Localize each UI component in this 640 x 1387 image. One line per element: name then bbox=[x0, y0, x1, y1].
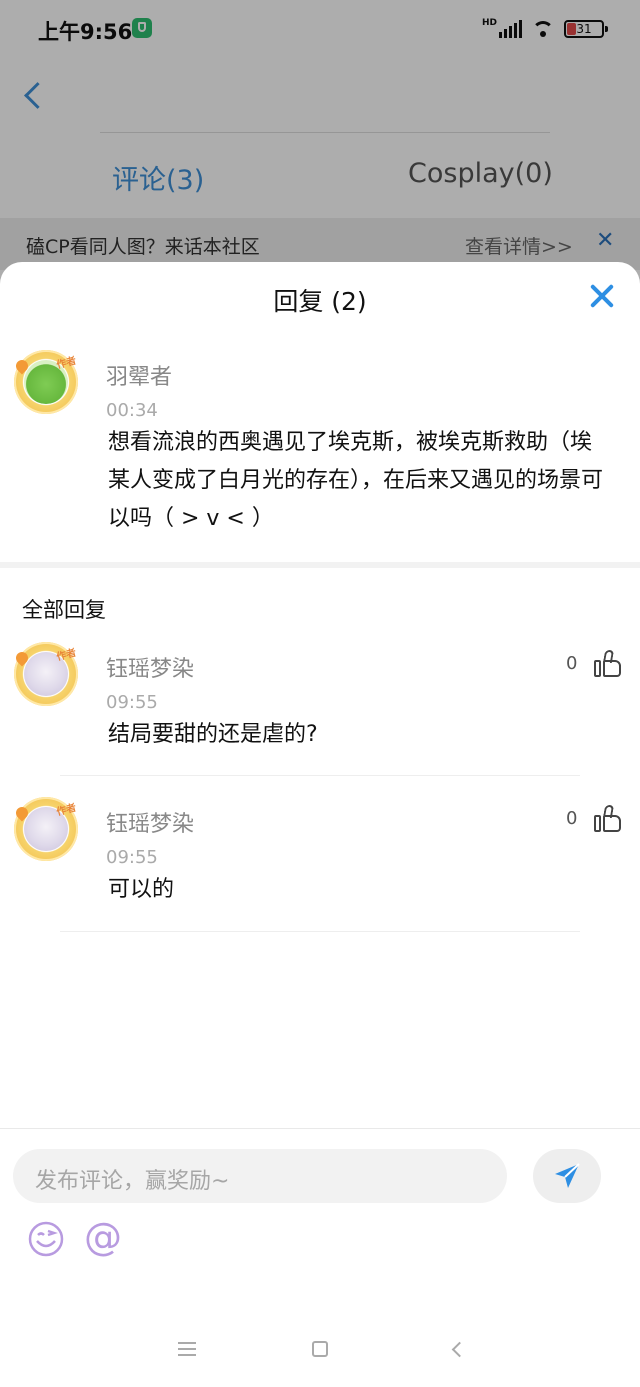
reply-sheet: 回复 (2) 作者 羽翚者 00:34 想看流浪的西奥遇见了埃克斯，被埃克斯救助… bbox=[0, 262, 640, 1387]
like-count: 0 bbox=[566, 653, 578, 674]
reply-author[interactable]: 钰瑶梦染 bbox=[106, 651, 194, 683]
reply-time: 09:55 bbox=[106, 692, 158, 713]
reply-content: 可以的 bbox=[108, 877, 175, 902]
like-icon[interactable] bbox=[594, 805, 622, 833]
comment-input[interactable]: 发布评论，赢奖励~ bbox=[13, 1149, 507, 1203]
nav-back-icon[interactable] bbox=[450, 1342, 462, 1356]
comment-input-bar: 发布评论，赢奖励~ @ bbox=[0, 1128, 640, 1311]
avatar[interactable]: 作者 bbox=[13, 797, 78, 861]
comment-author[interactable]: 羽翚者 bbox=[106, 359, 172, 391]
close-icon[interactable] bbox=[586, 280, 618, 312]
menu-icon[interactable] bbox=[178, 1342, 196, 1356]
comment-input-placeholder: 发布评论，赢奖励~ bbox=[35, 1169, 230, 1194]
sheet-title: 回复 (2) bbox=[273, 287, 367, 316]
comment-time: 00:34 bbox=[106, 400, 158, 421]
emoji-icon[interactable] bbox=[28, 1221, 64, 1257]
send-button[interactable] bbox=[533, 1149, 601, 1203]
modal-overlay[interactable] bbox=[0, 0, 640, 300]
home-icon[interactable] bbox=[312, 1341, 328, 1357]
section-divider bbox=[0, 562, 640, 568]
reply-content: 结局要甜的还是虐的? bbox=[108, 722, 318, 747]
system-nav-bar bbox=[0, 1310, 640, 1387]
author-badge: 作者 bbox=[55, 802, 78, 819]
comment-content: 想看流浪的西奥遇见了埃克斯，被埃克斯救助（埃某人变成了白月光的存在），在后来又遇… bbox=[108, 430, 604, 531]
like-count: 0 bbox=[566, 808, 578, 829]
author-badge: 作者 bbox=[55, 355, 78, 372]
like-icon[interactable] bbox=[594, 650, 622, 678]
at-icon[interactable]: @ bbox=[84, 1217, 122, 1257]
reply-author[interactable]: 钰瑶梦染 bbox=[106, 806, 194, 838]
send-icon bbox=[555, 1163, 580, 1188]
section-title: 全部回复 bbox=[22, 598, 106, 622]
avatar[interactable]: 作者 bbox=[13, 350, 78, 414]
author-badge: 作者 bbox=[55, 647, 78, 664]
reply-divider bbox=[60, 931, 580, 932]
avatar[interactable]: 作者 bbox=[13, 642, 78, 706]
reply-time: 09:55 bbox=[106, 847, 158, 868]
reply-divider bbox=[60, 775, 580, 776]
